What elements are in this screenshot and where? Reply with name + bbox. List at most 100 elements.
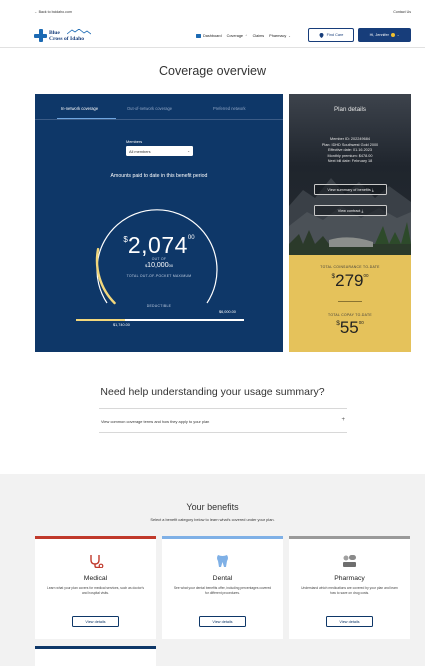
logo-line-2: Cross of Idaho [49, 36, 85, 42]
benefit-description: Understand which medications are covered… [301, 586, 398, 595]
coinsurance-label: TOTAL COINSURANCE TO-DATE [320, 265, 380, 269]
view-contract-button[interactable]: View contract ⤓ [314, 205, 387, 216]
coverage-card: In-network coverage Out-of-network cover… [35, 94, 283, 352]
benefits-title: Your benefits [186, 502, 239, 512]
chevron-up-icon: ⌃ [245, 34, 248, 38]
next-bill-date: Next bill date: February 18 [327, 159, 373, 163]
view-details-button[interactable]: View details [326, 616, 373, 627]
benefit-name: Medical [83, 575, 108, 582]
tooth-icon [217, 555, 228, 567]
benefit-card-partial [35, 646, 156, 666]
currency-symbol: $ [123, 235, 128, 244]
benefit-description: See what your dental benefits offer, inc… [173, 586, 272, 595]
location-pin-icon [319, 32, 324, 38]
copay-label: TOTAL COPAY TO-DATE [328, 313, 372, 317]
out-of-pocket-value: 2,074 [127, 232, 188, 258]
faq-question: View common coverage terms and how they … [101, 419, 210, 424]
user-greeting: Hi, Jennifer [369, 33, 389, 37]
out-of-pocket-max-cents: 00 [168, 263, 174, 268]
tab-in-network[interactable]: In-network coverage [61, 106, 98, 111]
find-care-label: Find Care [326, 33, 344, 37]
benefit-card-medical: Medical Learn what your plan covers for … [35, 536, 156, 639]
nav-pharmacy-label: Pharmacy [269, 34, 287, 38]
page: ← Back to bcidaho.com Contact Us Blue Cr… [0, 0, 425, 666]
dashboard-icon [196, 34, 201, 38]
help-title: Need help understanding your usage summa… [100, 386, 325, 398]
deductible-max: $6,000.00 [219, 310, 236, 314]
copay-cents: 00 [358, 320, 364, 325]
chevron-down-icon: ⌄ [187, 149, 190, 153]
deductible-current: $1,740.00 [113, 323, 130, 327]
nav-pharmacy[interactable]: Pharmacy ⌄ [269, 34, 291, 38]
avatar [390, 33, 395, 37]
page-title: Coverage overview [159, 64, 266, 78]
members-select[interactable]: All members ⌄ [126, 146, 193, 156]
active-tab-indicator [57, 118, 116, 120]
view-details-button[interactable]: View details [72, 616, 119, 627]
nav-coverage-label: Coverage [226, 34, 244, 38]
card-accent-bar [162, 536, 283, 539]
faq-accordion[interactable]: View common coverage terms and how they … [99, 408, 347, 433]
plus-icon: + [341, 417, 345, 423]
nav-dashboard[interactable]: Dashboard [196, 34, 222, 38]
coinsurance-amount: $27900 [289, 271, 411, 291]
pills-icon [343, 555, 356, 567]
out-of-pocket-max: $10,00000 [35, 262, 283, 269]
benefit-card-pharmacy: Pharmacy Understand which medications ar… [289, 536, 410, 639]
coverage-tabs: In-network coverage Out-of-network cover… [35, 94, 283, 122]
deductible-label: DEDUCTIBLE [146, 304, 172, 308]
coinsurance-value: 279 [335, 271, 364, 290]
chevron-down-icon: ⌄ [396, 33, 400, 37]
benefit-card-dental: Dental See what your dental benefits off… [162, 536, 283, 639]
max-currency-symbol: $ [144, 263, 148, 268]
benefit-name: Dental [212, 575, 233, 582]
out-of-pocket-amount: $2,07400 [35, 232, 283, 259]
copay-currency: $ [336, 320, 340, 327]
deductible-progress-fill [76, 318, 125, 321]
view-details-button[interactable]: View details [199, 616, 246, 627]
benefit-name: Pharmacy [334, 575, 365, 582]
benefits-subtitle: Select a benefit category below to learn… [150, 517, 275, 522]
members-selected-value: All members [129, 148, 151, 154]
plan-details-card: Plan details Member ID: 202249684 Plan: … [289, 94, 411, 255]
out-of-pocket-cents: 00 [187, 235, 195, 241]
main-nav: Dashboard Coverage ⌃ Claims Pharmacy ⌄ [196, 31, 291, 41]
user-menu-button[interactable]: Hi, Jennifer ⌄ [358, 28, 411, 42]
view-summary-label: View summary of benefits ⤓ [327, 187, 374, 192]
amounts-paid-label: Amounts paid to date in this benefit per… [110, 173, 208, 179]
card-accent-bar [35, 536, 156, 539]
card-accent-bar [35, 646, 156, 649]
coinsurance-cents: 00 [363, 273, 369, 278]
tab-out-of-network[interactable]: Out-of-network coverage [127, 106, 172, 111]
logo[interactable]: Blue Cross of Idaho [34, 29, 94, 45]
card-accent-bar [289, 536, 410, 539]
nav-claims[interactable]: Claims [253, 34, 265, 38]
mountain-landscape-image [289, 94, 411, 255]
utility-bar: ← Back to bcidaho.com Contact Us [34, 10, 411, 18]
copay-value: 55 [339, 318, 359, 337]
out-of-pocket-max-value: 10,000 [147, 262, 169, 269]
find-care-button[interactable]: Find Care [308, 28, 354, 42]
nav-claims-label: Claims [252, 34, 265, 38]
benefit-description: Learn what your plan covers for medical … [46, 586, 144, 595]
nav-coverage[interactable]: Coverage ⌃ [227, 34, 248, 38]
out-of-label: OUT OF [151, 257, 167, 261]
tab-preferred-network[interactable]: Preferred network [213, 106, 246, 111]
mountain-logo-icon [67, 29, 91, 35]
plan-details-title: Plan details [334, 106, 366, 113]
coinsurance-currency: $ [331, 273, 336, 280]
copay-amount: $5500 [289, 318, 411, 338]
view-contract-label: View contract ⤓ [337, 208, 364, 213]
nav-dashboard-label: Dashboard [203, 34, 222, 38]
back-link[interactable]: ← Back to bcidaho.com [34, 10, 72, 14]
out-of-pocket-max-label: TOTAL OUT-OF-POCKET MAXIMUM [126, 274, 192, 278]
plan-info: Member ID: 202249684 Plan: IDHD Southwes… [289, 137, 411, 165]
header-divider [0, 47, 425, 48]
contact-link[interactable]: Contact Us [393, 10, 411, 14]
stethoscope-icon [90, 555, 104, 568]
members-label: Members [126, 139, 143, 144]
cost-totals-card: TOTAL COINSURANCE TO-DATE $27900 TOTAL C… [289, 255, 411, 352]
view-summary-button[interactable]: View summary of benefits ⤓ [314, 184, 387, 195]
members-filter: Members All members ⌄ [126, 139, 194, 156]
chevron-down-icon: ⌄ [288, 34, 291, 38]
